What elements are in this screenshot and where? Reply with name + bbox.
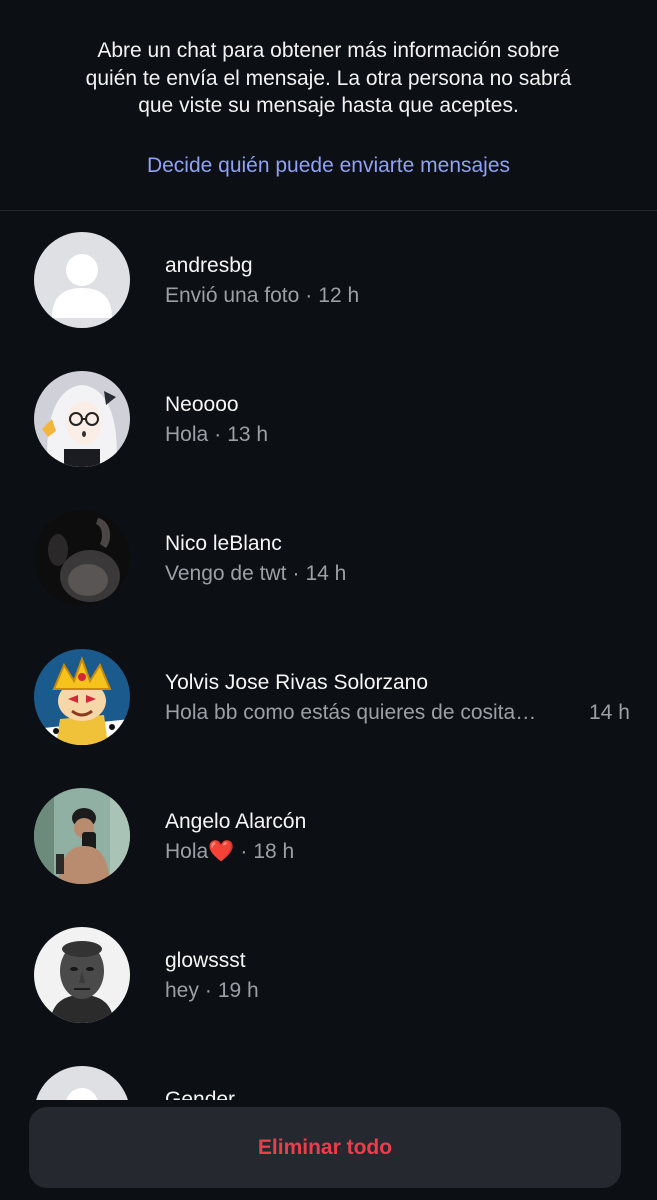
request-preview: Hola · 13 h — [165, 423, 269, 446]
message-settings-link[interactable]: Decide quién puede enviarte mensajes — [0, 152, 657, 180]
requests-info-text: Abre un chat para obtener más informació… — [85, 39, 572, 117]
request-preview: hey · 19 h — [165, 979, 259, 1002]
request-username: glowssst — [165, 949, 246, 972]
request-row-yolvis[interactable]: Yolvis Jose Rivas Solorzano Hola bb como… — [0, 628, 657, 767]
request-username: Yolvis Jose Rivas Solorzano — [165, 671, 429, 694]
message-requests-screen: Abre un chat para obtener más informació… — [0, 0, 657, 1200]
mirror-selfie-avatar — [34, 788, 130, 884]
requests-info-header: Abre un chat para obtener más informació… — [0, 0, 657, 211]
delete-all-button[interactable]: Eliminar todo — [29, 1107, 621, 1188]
dark-photo-avatar — [34, 510, 130, 606]
request-preview: Hola❤️ · 18 h — [165, 840, 295, 863]
request-row-glowssst[interactable]: glowssst hey · 19 h — [0, 906, 657, 1045]
cartoon-king-avatar — [34, 649, 130, 745]
request-row-neoooo[interactable]: Neoooo Hola · 13 h — [0, 350, 657, 489]
anime-avatar — [34, 371, 130, 467]
statue-avatar — [34, 927, 130, 1023]
request-username: Angelo Alarcón — [165, 810, 307, 833]
request-preview: Envió una foto · 12 h — [165, 284, 360, 307]
request-row-nico-leblanc[interactable]: Nico leBlanc Vengo de twt · 14 h — [0, 489, 657, 628]
request-preview: Hola bb como estás quieres de cosita… — [165, 701, 537, 724]
request-row-angelo-alarcon[interactable]: Angelo Alarcón Hola❤️ · 18 h — [0, 767, 657, 906]
request-preview: Vengo de twt · 14 h — [165, 562, 347, 585]
request-time: 14 h — [589, 701, 630, 724]
request-row-andresbg[interactable]: andresbg Envió una foto · 12 h — [0, 211, 657, 350]
request-username: andresbg — [165, 254, 253, 277]
default-avatar-icon — [34, 232, 130, 328]
request-username: Nico leBlanc — [165, 532, 282, 555]
request-username: Neoooo — [165, 393, 239, 416]
